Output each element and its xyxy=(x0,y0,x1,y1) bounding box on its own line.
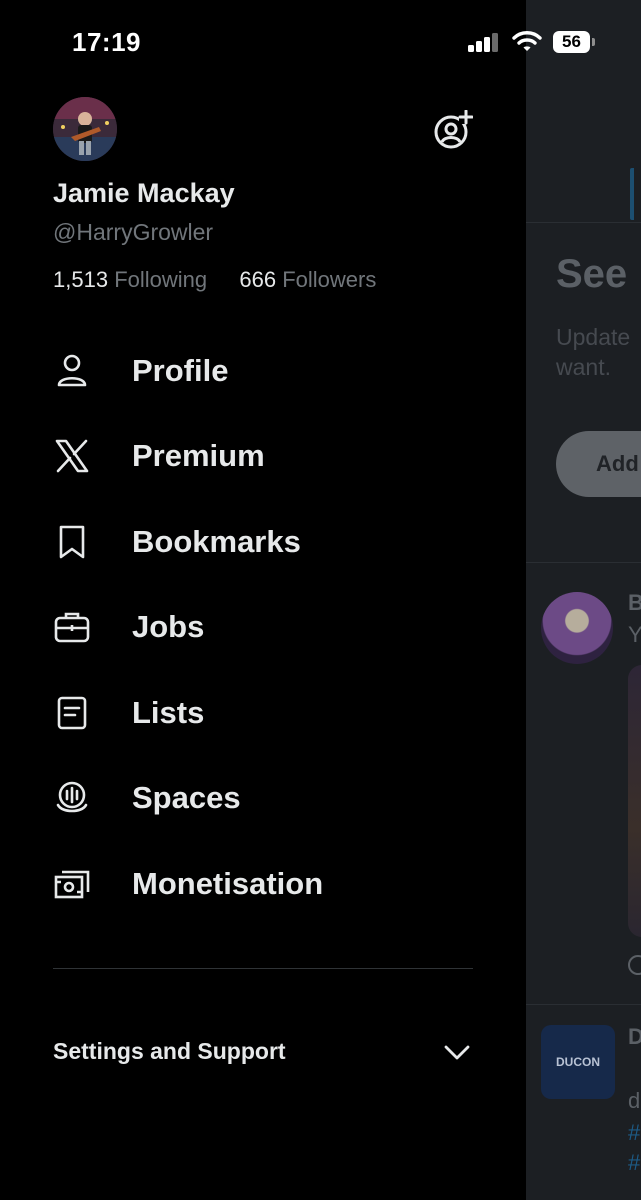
money-icon xyxy=(54,870,90,899)
menu-item-label: Profile xyxy=(132,352,229,388)
avatar-image xyxy=(53,97,117,161)
settings-label: Settings and Support xyxy=(53,1038,286,1064)
menu-item-lists[interactable]: Lists xyxy=(0,670,526,756)
post-media[interactable] xyxy=(628,665,641,937)
prompt-heading: See xyxy=(556,252,628,296)
prompt-text: Update want. xyxy=(556,322,630,382)
feed-divider xyxy=(526,1004,641,1005)
add-button[interactable]: Add xyxy=(556,431,641,497)
menu-item-spaces[interactable]: Spaces xyxy=(0,756,526,842)
navigation-drawer: Jamie Mackay @HarryGrowler 1,513 Followi… xyxy=(0,0,526,1200)
tab-divider xyxy=(526,222,641,223)
following-link[interactable]: 1,513 Following xyxy=(53,267,207,292)
settings-and-support-toggle[interactable]: Settings and Support xyxy=(53,1030,473,1074)
menu-item-jobs[interactable]: Jobs xyxy=(0,585,526,671)
followers-label: Followers xyxy=(282,267,377,292)
followers-count: 666 xyxy=(239,267,277,292)
battery-cap xyxy=(592,38,595,46)
followers-link[interactable]: 666 Followers xyxy=(239,267,376,292)
prompt-text-line-2: want. xyxy=(556,354,611,380)
hashtag[interactable]: # xyxy=(628,1118,640,1148)
post-author-name[interactable]: B xyxy=(628,590,641,616)
menu-item-label: Monetisation xyxy=(132,865,324,901)
bookmark-icon xyxy=(59,525,85,559)
following-count: 1,513 xyxy=(53,267,109,292)
main-timeline-background[interactable]: See Update want. Add B Y DUCON D d # # xyxy=(526,0,641,1200)
cellular-signal-icon xyxy=(468,32,500,52)
menu-item-premium[interactable]: Premium xyxy=(0,414,526,500)
post-text: d xyxy=(628,1088,641,1113)
user-handle: @HarryGrowler xyxy=(53,219,214,245)
follow-stats: 1,513 Following 666 Followers xyxy=(53,267,376,293)
menu-item-profile[interactable]: Profile xyxy=(0,328,526,414)
list-icon xyxy=(57,696,87,730)
add-account-icon[interactable] xyxy=(433,110,473,150)
tab-indicator xyxy=(630,168,641,220)
post-avatar[interactable]: DUCON xyxy=(541,1025,615,1099)
feed-divider xyxy=(526,562,641,563)
menu-item-bookmarks[interactable]: Bookmarks xyxy=(0,499,526,585)
menu-item-monetisation[interactable]: Monetisation xyxy=(0,841,526,927)
menu-item-label: Spaces xyxy=(132,780,241,816)
following-label: Following xyxy=(114,267,208,292)
status-time: 17:19 xyxy=(72,27,141,57)
menu-item-label: Premium xyxy=(132,438,265,474)
menu-item-label: Lists xyxy=(132,694,205,730)
chevron-down-icon xyxy=(444,1045,470,1060)
spaces-icon xyxy=(56,781,88,813)
post-text: Y xyxy=(628,622,641,647)
drawer-divider xyxy=(53,968,473,969)
wifi-icon xyxy=(512,31,542,51)
x-logo-icon xyxy=(55,439,89,473)
display-name[interactable]: Jamie Mackay xyxy=(53,178,235,209)
briefcase-icon xyxy=(54,612,90,643)
avatar[interactable] xyxy=(53,97,117,161)
reply-icon[interactable] xyxy=(628,955,641,975)
prompt-text-line-1: Update xyxy=(556,324,631,350)
drawer-menu: Profile Premium Bookmarks Jobs Lists Spa… xyxy=(0,328,526,927)
menu-item-label: Bookmarks xyxy=(132,523,301,559)
post-hashtags: # # xyxy=(628,1118,640,1178)
battery-icon: 56 xyxy=(553,31,590,53)
post-avatar[interactable] xyxy=(541,592,613,664)
post-author-name[interactable]: D xyxy=(628,1024,641,1050)
person-icon xyxy=(57,354,87,387)
menu-item-label: Jobs xyxy=(132,609,205,645)
hashtag[interactable]: # xyxy=(628,1148,640,1178)
